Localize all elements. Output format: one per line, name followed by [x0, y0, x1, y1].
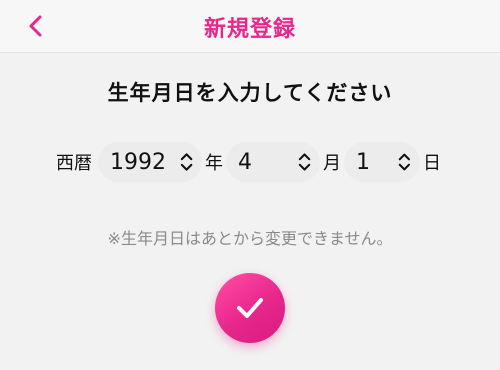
chevron-up-down-icon [180, 153, 193, 171]
chevron-up-down-icon [298, 153, 311, 171]
registration-screen: 新規登録 生年月日を入力してください 西暦 1992 年 4 月 1 日 ※生年… [0, 0, 500, 370]
year-unit-label: 年 [205, 153, 223, 174]
month-picker[interactable]: 4 [226, 142, 320, 182]
day-picker[interactable]: 1 [344, 142, 420, 182]
birthdate-heading: 生年月日を入力してください [107, 81, 393, 105]
birthdate-picker-row: 西暦 1992 年 4 月 1 日 [0, 142, 500, 182]
year-picker[interactable]: 1992 [98, 142, 202, 182]
birthdate-notice: ※生年月日はあとから変更できません。 [107, 229, 393, 248]
year-value: 1992 [110, 149, 166, 175]
day-unit-label: 日 [423, 153, 441, 174]
month-unit-label: 月 [323, 153, 341, 174]
confirm-button[interactable] [215, 273, 285, 343]
chevron-up-down-icon [399, 153, 411, 171]
era-label: 西暦 [56, 153, 92, 174]
page-title: 新規登録 [203, 17, 296, 42]
checkmark-icon [237, 298, 263, 318]
day-value: 1 [356, 149, 370, 175]
month-value: 4 [238, 149, 252, 175]
navigation-bar: 新規登録 [0, 0, 500, 53]
